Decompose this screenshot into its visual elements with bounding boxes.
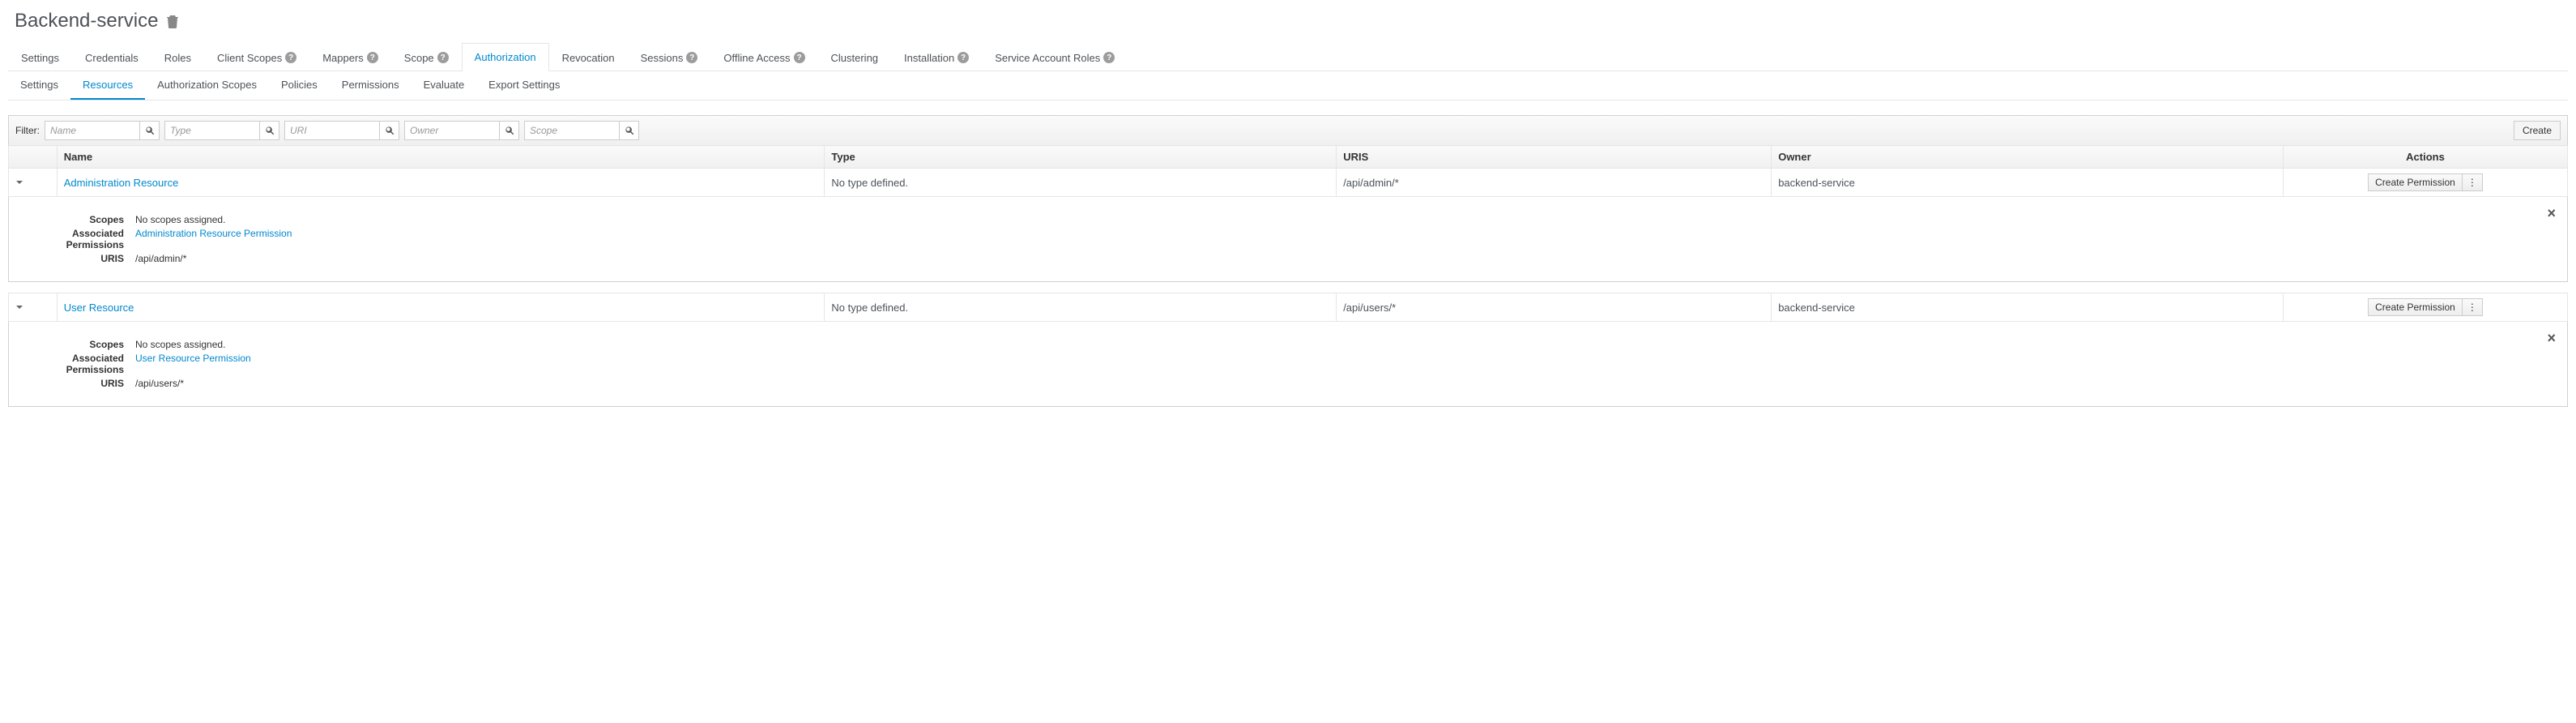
subtab-resources[interactable]: Resources [70, 71, 145, 100]
filter-name-input[interactable] [45, 121, 140, 140]
tab-scope[interactable]: Scope? [391, 43, 462, 71]
detail-value-uris: /api/admin/* [135, 253, 186, 264]
filter-bar: Filter: Create [8, 115, 2568, 146]
resources-table: NameTypeURISOwnerActionsAdministration R… [8, 145, 2568, 197]
sub-tabs: SettingsResourcesAuthorization ScopesPol… [8, 71, 2568, 101]
main-tabs: SettingsCredentialsRolesClient Scopes?Ma… [8, 42, 2568, 71]
tab-authorization[interactable]: Authorization [462, 43, 549, 71]
resource-uris: /api/users/* [1337, 293, 1772, 322]
resource-name-link[interactable]: Administration Resource [64, 177, 179, 189]
resource-owner: backend-service [1772, 169, 2284, 197]
page-title: Backend-service [15, 10, 158, 32]
subtab-permissions[interactable]: Permissions [330, 71, 412, 100]
tab-roles[interactable]: Roles [151, 43, 204, 71]
detail-value-uris: /api/users/* [135, 378, 184, 389]
column-header-actions: Actions [2284, 146, 2568, 169]
resource-owner: backend-service [1772, 293, 2284, 322]
detail-value-scopes: No scopes assigned. [135, 214, 225, 225]
help-icon[interactable]: ? [686, 52, 697, 63]
search-icon[interactable] [500, 121, 519, 140]
help-icon[interactable]: ? [367, 52, 378, 63]
tab-installation[interactable]: Installation? [891, 43, 982, 71]
detail-label-uris: URIS [25, 253, 124, 264]
filter-uri-input[interactable] [284, 121, 380, 140]
tab-sessions[interactable]: Sessions? [628, 43, 711, 71]
column-header-owner: Owner [1772, 146, 2284, 169]
resources-table: User Resource No type defined./api/users/… [8, 293, 2568, 322]
tab-settings[interactable]: Settings [8, 43, 72, 71]
search-icon[interactable] [380, 121, 399, 140]
detail-label-scopes: Scopes [25, 339, 124, 350]
subtab-authorization-scopes[interactable]: Authorization Scopes [145, 71, 269, 100]
search-icon[interactable] [140, 121, 160, 140]
search-icon[interactable] [260, 121, 279, 140]
chevron-down-icon[interactable] [15, 178, 23, 186]
help-icon[interactable]: ? [1103, 52, 1115, 63]
tab-mappers[interactable]: Mappers? [309, 43, 391, 71]
column-header-uris: URIS [1337, 146, 1772, 169]
help-icon[interactable]: ? [957, 52, 969, 63]
column-header-name: Name [57, 146, 825, 169]
help-icon[interactable]: ? [437, 52, 449, 63]
trash-icon[interactable] [166, 14, 179, 28]
search-icon[interactable] [620, 121, 639, 140]
subtab-settings[interactable]: Settings [8, 71, 70, 100]
permission-link[interactable]: User Resource Permission [135, 353, 251, 364]
resource-type: No type defined. [825, 293, 1337, 322]
table-row: Administration Resource No type defined./… [9, 169, 2568, 197]
create-permission-button[interactable]: Create Permission [2368, 298, 2463, 316]
help-icon[interactable]: ? [794, 52, 805, 63]
tab-credentials[interactable]: Credentials [72, 43, 151, 71]
close-icon[interactable]: × [2547, 330, 2556, 347]
detail-label-scopes: Scopes [25, 214, 124, 225]
tab-service-account-roles[interactable]: Service Account Roles? [982, 43, 1128, 71]
detail-label-uris: URIS [25, 378, 124, 389]
close-icon[interactable]: × [2547, 205, 2556, 222]
filter-type-input[interactable] [164, 121, 260, 140]
tab-client-scopes[interactable]: Client Scopes? [204, 43, 309, 71]
filter-scope-input[interactable] [524, 121, 620, 140]
tab-revocation[interactable]: Revocation [549, 43, 628, 71]
filter-owner-input[interactable] [404, 121, 500, 140]
actions-dropdown-toggle[interactable]: ⋮ [2462, 298, 2483, 316]
chevron-down-icon[interactable] [15, 303, 23, 311]
subtab-evaluate[interactable]: Evaluate [412, 71, 477, 100]
filter-label: Filter: [15, 125, 40, 136]
create-permission-button[interactable]: Create Permission [2368, 173, 2463, 191]
create-button[interactable]: Create [2514, 121, 2561, 140]
permission-link[interactable]: Administration Resource Permission [135, 228, 292, 239]
detail-label-permissions: Associated Permissions [25, 228, 124, 250]
tab-clustering[interactable]: Clustering [818, 43, 892, 71]
tab-offline-access[interactable]: Offline Access? [710, 43, 817, 71]
resource-detail-panel: × Scopes No scopes assigned. Associated Per… [8, 197, 2568, 282]
resource-uris: /api/admin/* [1337, 169, 1772, 197]
resource-name-link[interactable]: User Resource [64, 302, 134, 314]
detail-value-scopes: No scopes assigned. [135, 339, 225, 350]
subtab-policies[interactable]: Policies [269, 71, 330, 100]
column-header-type: Type [825, 146, 1337, 169]
help-icon[interactable]: ? [285, 52, 296, 63]
resource-detail-panel: × Scopes No scopes assigned. Associated Per… [8, 322, 2568, 407]
detail-label-permissions: Associated Permissions [25, 353, 124, 375]
actions-dropdown-toggle[interactable]: ⋮ [2462, 173, 2483, 191]
resource-type: No type defined. [825, 169, 1337, 197]
table-row: User Resource No type defined./api/users/… [9, 293, 2568, 322]
subtab-export-settings[interactable]: Export Settings [476, 71, 572, 100]
